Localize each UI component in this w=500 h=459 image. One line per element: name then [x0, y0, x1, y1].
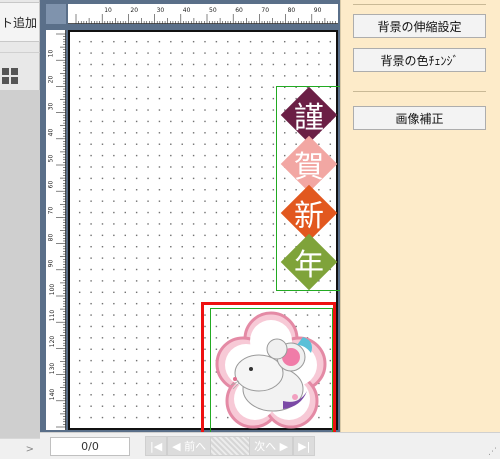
ruler-left-label: 140 — [49, 388, 57, 401]
ruler-left-label: 40 — [47, 128, 55, 137]
ruler-left-label: 10 — [47, 49, 55, 58]
ruler-corner — [46, 4, 66, 24]
ruler-left-label: 100 — [49, 283, 57, 296]
next-page-button[interactable]: 次へ ▶ — [249, 436, 294, 456]
ruler-left-label: 20 — [47, 76, 55, 84]
mouse-new-year-illustration — [215, 311, 327, 429]
image-correction-button[interactable]: 画像補正 — [353, 106, 486, 130]
grid-icon[interactable] — [2, 68, 18, 84]
background-color-change-button[interactable]: 背景の色ﾁｪﾝｼﾞ — [353, 48, 486, 72]
ruler-left-label: 130 — [49, 362, 57, 374]
ruler-top-label: 90 — [313, 7, 322, 14]
kanji-char-1: 謹 — [294, 101, 324, 136]
prev-page-button[interactable]: ◀ 前へ — [167, 436, 212, 456]
ruler-left-label: 70 — [47, 207, 55, 215]
next-page-label: 次へ — [254, 440, 277, 453]
kanji-char-3: 新 — [294, 199, 324, 234]
ruler-top-label: 50 — [209, 7, 217, 14]
first-page-button[interactable]: |◀ — [145, 436, 168, 456]
ruler-top-label: 20 — [130, 7, 139, 14]
ruler-top-label: 80 — [287, 7, 296, 14]
background-color-change-label: 背景の色ﾁｪﾝｼﾞ — [380, 53, 459, 68]
ruler-top-label: 30 — [156, 7, 165, 14]
page-count-field: 0/0 — [50, 437, 130, 456]
app-window: ト追加 > 10 20 30 40 50 60 70 80 90 10 20 30 40 50 60 70 8… — [0, 0, 500, 459]
kanji-diamond-1: 謹 — [280, 86, 338, 144]
greeting-text-frame[interactable]: 謹 賀 新 年 — [276, 86, 342, 291]
ruler-top-label: 60 — [235, 7, 243, 14]
ruler-top-label: 70 — [261, 7, 270, 14]
ruler-left-label: 80 — [47, 233, 55, 241]
page-count-text: 0/0 — [81, 440, 99, 453]
last-page-button[interactable]: ▶| — [293, 436, 316, 456]
selected-image-frame[interactable] — [201, 302, 336, 441]
stretch-background-button[interactable]: 背景の伸縮設定 — [353, 14, 486, 38]
add-text-button[interactable]: ト追加 — [0, 2, 40, 42]
ruler-left-label: 60 — [47, 180, 55, 189]
kanji-diamond-4: 年 — [280, 233, 338, 291]
stretch-background-label: 背景の伸縮設定 — [377, 19, 462, 34]
ruler-left-label: 120 — [49, 336, 57, 348]
resize-grip-icon[interactable]: ⋰ — [488, 447, 498, 457]
prev-arrow-icon: ◀ — [172, 439, 185, 453]
ruler-left: 10 20 30 40 50 60 70 80 90 100 110 120 130 140 — [46, 30, 66, 430]
page-slider[interactable] — [211, 436, 250, 456]
postcard-page[interactable]: 謹 賀 新 年 — [68, 30, 342, 441]
ruler-left-label: 30 — [47, 102, 55, 110]
collapse-arrow-icon[interactable]: > — [0, 438, 40, 459]
ruler-top-label: 40 — [182, 7, 191, 14]
left-divider — [0, 52, 40, 53]
status-bar: 0/0 |◀ ◀ 前へ 次へ ▶ ▶| ⋰ — [40, 432, 500, 459]
ruler-top: 10 20 30 40 50 60 70 80 90 — [68, 4, 338, 24]
kanji-diamond-3: 新 — [280, 184, 338, 242]
canvas-area: 10 20 30 40 50 60 70 80 90 10 20 30 40 50 60 70 80 90 100… — [40, 0, 342, 441]
kanji-char-2: 賀 — [294, 150, 324, 185]
ruler-left-label: 90 — [47, 259, 55, 268]
image-correction-label: 画像補正 — [395, 111, 444, 126]
right-divider-top — [353, 4, 486, 5]
kanji-diamond-2: 賀 — [280, 135, 338, 193]
prev-page-label: 前へ — [184, 440, 207, 453]
page-navigation: |◀ ◀ 前へ 次へ ▶ ▶| — [145, 436, 316, 456]
kanji-char-4: 年 — [294, 248, 324, 283]
add-text-label: ト追加 — [0, 15, 37, 30]
ruler-left-label: 110 — [49, 309, 57, 322]
left-thumbnail-area — [0, 90, 40, 438]
next-arrow-icon: ▶ — [276, 439, 289, 453]
right-panel: 背景の伸縮設定 背景の色ﾁｪﾝｼﾞ 画像補正 — [340, 0, 500, 432]
ruler-left-label: 50 — [47, 154, 55, 163]
first-page-icon: |◀ — [150, 439, 163, 453]
image-inner-frame — [210, 308, 333, 436]
ruler-top-label: 10 — [104, 7, 112, 14]
left-panel: ト追加 — [0, 0, 40, 438]
right-divider-middle — [353, 91, 486, 92]
last-page-icon: ▶| — [298, 439, 311, 453]
